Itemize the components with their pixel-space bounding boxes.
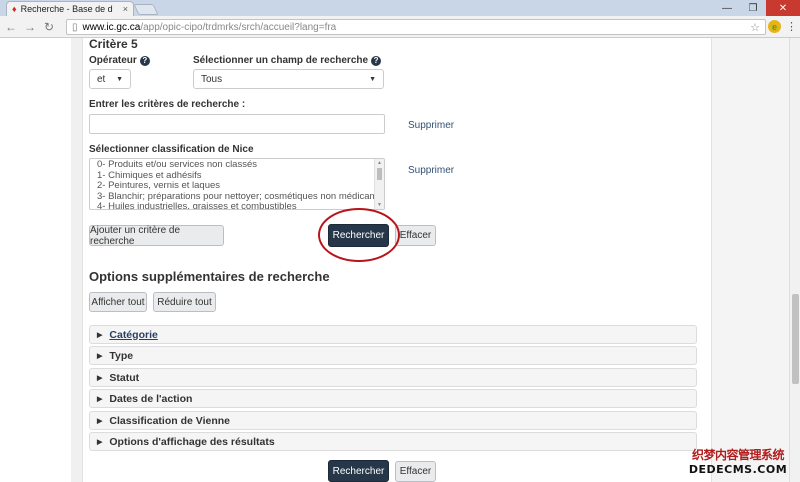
page-viewport: Critère 5 Opérateur? et ▼ Sélectionner u… [0,38,789,482]
window-controls: — ❐ ✕ [714,0,800,16]
page-info-icon[interactable]: ▯ [72,22,78,33]
collapse-all-button[interactable]: Réduire tout [153,292,216,312]
clear-button[interactable]: Effacer [395,225,436,246]
panel-title: Type [109,349,134,362]
list-item[interactable]: 0- Produits et/ou services non classés [97,159,384,171]
maximize-button[interactable]: ❐ [740,0,766,16]
criterion-title: Critère 5 [89,38,138,51]
right-gutter [711,38,789,482]
nice-classification-label: Sélectionner classification de Nice [89,144,254,155]
add-criterion-button[interactable]: Ajouter un critère de recherche [89,225,224,247]
panel-title[interactable]: Catégorie [109,329,157,341]
operator-label: Opérateur [89,55,137,66]
page-scroll-thumb[interactable] [792,294,799,384]
listbox-scrollbar[interactable]: ▲ ▼ [374,159,384,209]
new-tab-button[interactable] [133,4,159,15]
nice-classification-listbox[interactable]: 0- Produits et/ou services non classés 1… [89,158,385,210]
list-item[interactable]: 4- Huiles industrielles, graisses et com… [97,201,384,209]
listbox-scroll-thumb[interactable] [377,168,382,180]
caret-right-icon: ▶ [97,352,103,360]
browser-toolbar: ← → ↻ ▯ www.ic.gc.ca/app/opic-cipo/trdmr… [0,16,800,38]
scroll-up-icon[interactable]: ▲ [375,160,384,166]
panel-title: Statut [109,371,140,384]
url-host: www.ic.gc.ca [82,21,141,33]
chevron-down-icon: ▼ [369,75,376,83]
address-bar[interactable]: ▯ www.ic.gc.ca/app/opic-cipo/trdmrks/src… [66,19,766,35]
caret-right-icon: ▶ [97,417,103,425]
show-all-button[interactable]: Afficher tout [89,292,147,312]
panel-display-options[interactable]: ▶ Options d'affichage des résultats [89,432,697,451]
minimize-button[interactable]: — [714,0,740,16]
operator-value: et [97,73,106,85]
browser-tab[interactable]: ♦ Recherche - Base de d × [6,1,134,16]
panel-vienna-classification[interactable]: ▶ Classification de Vienne [89,411,697,430]
maple-leaf-icon: ♦ [12,4,17,14]
tab-close-icon[interactable]: × [123,4,128,14]
panel-title: Dates de l'action [109,392,193,405]
watermark: 织梦内容管理系统 DEDECMS.COM [688,446,788,476]
search-criteria-input[interactable] [89,114,385,134]
caret-right-icon: ▶ [97,331,103,339]
delete-criteria-link[interactable]: Supprimer [408,120,454,131]
browser-tab-strip: ♦ Recherche - Base de d × — ❐ ✕ [0,0,800,16]
caret-right-icon: ▶ [97,395,103,403]
caret-right-icon: ▶ [97,374,103,382]
operator-select[interactable]: et ▼ [89,69,131,89]
panel-status[interactable]: ▶ Statut [89,368,697,387]
close-window-button[interactable]: ✕ [766,0,800,16]
watermark-line1: 织梦内容管理系统 [691,448,785,462]
caret-right-icon: ▶ [97,438,103,446]
panel-type[interactable]: ▶ Type [89,346,697,365]
forward-arrow-icon[interactable]: → [22,19,38,35]
chevron-down-icon: ▼ [116,75,123,83]
panel-title: Options d'affichage des résultats [109,435,275,448]
clear-button-bottom[interactable]: Effacer [395,461,436,482]
tab-title: Recherche - Base de d [20,4,113,14]
browser-menu-icon[interactable]: ⋮ [786,20,797,33]
back-arrow-icon[interactable]: ← [3,19,19,35]
extension-icon[interactable]: e [768,20,781,33]
options-title: Options supplémentaires de recherche [89,269,330,284]
field-label-group: Sélectionner un champ de recherche? [193,55,382,66]
search-button-bottom[interactable]: Rechercher [328,460,389,482]
panel-action-dates[interactable]: ▶ Dates de l'action [89,389,697,408]
field-label: Sélectionner un champ de recherche [193,55,369,66]
url-path: /app/opic-cipo/trdmrks/srch/accueil?lang… [140,21,337,33]
watermark-line2: DEDECMS.COM [688,463,788,476]
scroll-down-icon[interactable]: ▼ [375,202,384,208]
page-scrollbar[interactable] [789,38,800,482]
search-field-value: Tous [201,73,223,85]
reload-icon[interactable]: ↻ [41,19,57,35]
list-item[interactable]: 2- Peintures, vernis et laques [97,180,384,192]
search-field-select[interactable]: Tous ▼ [193,69,384,89]
left-gutter [71,38,83,482]
help-icon[interactable]: ? [139,56,150,66]
help-icon[interactable]: ? [371,56,382,66]
panel-title: Classification de Vienne [109,414,230,427]
search-button[interactable]: Rechercher [328,224,389,247]
search-criteria-label: Entrer les critères de recherche : [89,99,246,110]
operator-label-group: Opérateur? [89,55,150,66]
bookmark-star-icon[interactable]: ☆ [750,21,760,34]
delete-nice-link[interactable]: Supprimer [408,165,454,176]
panel-category[interactable]: ▶ Catégorie [89,325,697,344]
